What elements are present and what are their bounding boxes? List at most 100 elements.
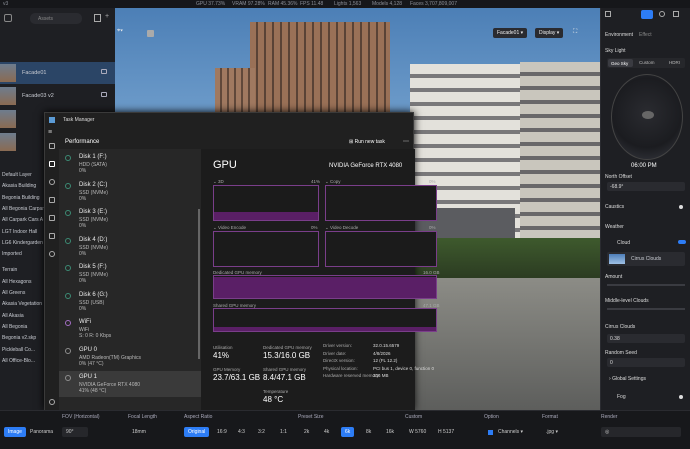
- camera-select[interactable]: Facade01 ▾: [493, 28, 528, 38]
- layer-item[interactable]: Akasia Vegetation: [2, 301, 42, 307]
- users-icon[interactable]: [49, 215, 55, 221]
- asset-search-input[interactable]: Assets: [30, 13, 82, 24]
- sun-position-dial[interactable]: [611, 74, 683, 160]
- device-name: WiFi: [79, 319, 91, 325]
- custom-height-input[interactable]: H 5137: [434, 427, 458, 437]
- detail-value: 4/8/2026: [373, 350, 391, 356]
- grid-icon[interactable]: [4, 14, 12, 22]
- channels-checkbox[interactable]: [488, 430, 493, 435]
- duplicate-icon[interactable]: [94, 14, 101, 22]
- device-item[interactable]: Disk 3 (E:) SSD (NVMe) 0%: [59, 206, 201, 232]
- format-select[interactable]: .jpg ▾: [542, 427, 562, 437]
- camera-mode-icon[interactable]: ⌖▾: [117, 28, 123, 35]
- scene-thumbnail: [0, 110, 16, 128]
- global-settings-toggle[interactable]: › Global Settings: [609, 376, 646, 382]
- history-icon[interactable]: [49, 179, 55, 185]
- north-offset-label: North Offset: [605, 174, 632, 180]
- layer-item[interactable]: LG6 Kindergarden: [2, 240, 43, 246]
- startup-icon[interactable]: [49, 197, 55, 203]
- performance-icon[interactable]: [49, 161, 55, 167]
- more-options-icon[interactable]: ⋯: [403, 138, 409, 145]
- aspect-4-3-button[interactable]: 4:3: [234, 427, 249, 437]
- layer-item[interactable]: All Begonia: [2, 324, 27, 330]
- tab-geo-sky[interactable]: Geo Sky: [608, 59, 633, 67]
- custom-width-input[interactable]: W 5760: [405, 427, 430, 437]
- layer-item[interactable]: Terrain: [2, 267, 17, 273]
- scene-item[interactable]: Facade03 v2: [0, 85, 115, 107]
- layer-item[interactable]: Akasia Building: [2, 183, 36, 189]
- middle-clouds-slider[interactable]: [607, 308, 685, 310]
- amount-slider[interactable]: [607, 284, 685, 286]
- tab-custom[interactable]: Custom: [639, 60, 655, 65]
- device-item[interactable]: Disk 1 (F:) HDD (SATA) 0%: [59, 151, 201, 177]
- layer-item[interactable]: Default Layer: [2, 172, 32, 178]
- random-seed-input[interactable]: 0: [607, 358, 685, 367]
- fog-toggle[interactable]: [679, 395, 683, 399]
- display-select[interactable]: Display ▾: [535, 28, 564, 38]
- camera-tab-icon[interactable]: [641, 10, 653, 19]
- sun-icon[interactable]: [659, 11, 665, 17]
- tab-hdri[interactable]: HDRI: [669, 60, 680, 65]
- camera-icon[interactable]: [101, 69, 107, 74]
- image-mode-button[interactable]: Image: [4, 427, 26, 437]
- device-list-scrollbar[interactable]: [198, 209, 200, 359]
- cloud-toggle[interactable]: [678, 240, 686, 244]
- device-usage: 0%: [79, 278, 87, 284]
- panorama-mode-button[interactable]: Panorama: [26, 427, 57, 437]
- aspect-3-2-button[interactable]: 3:2: [254, 427, 269, 437]
- layer-item[interactable]: Pickleball Co...: [2, 347, 35, 353]
- scene-item[interactable]: Facade01: [0, 62, 115, 84]
- fov-input[interactable]: 90°: [62, 427, 88, 437]
- aspect-16-9-button[interactable]: 16:9: [213, 427, 231, 437]
- layer-item[interactable]: Imported: [2, 251, 22, 257]
- layer-item[interactable]: All Akasia: [2, 313, 24, 319]
- fullscreen-icon[interactable]: ⛶: [573, 29, 577, 36]
- device-item[interactable]: Disk 4 (D:) SSD (NVMe) 0%: [59, 234, 201, 260]
- channels-select[interactable]: Channels ▾: [494, 427, 527, 437]
- camera-icon[interactable]: [101, 92, 107, 97]
- aspect-original-button[interactable]: Original: [184, 427, 210, 437]
- cloud-type-select[interactable]: Cirrus Clouds: [607, 252, 685, 266]
- device-item[interactable]: WiFi WiFi S: 0 R: 0 Kbps: [59, 316, 201, 342]
- layer-item[interactable]: All Carpark Cars A: [2, 217, 43, 223]
- focal-length-input[interactable]: 18mm: [128, 427, 158, 437]
- services-icon[interactable]: [49, 251, 55, 257]
- preset-8k-button[interactable]: 8k: [362, 427, 375, 437]
- device-item[interactable]: Disk 5 (F:) SSD (NVMe) 0%: [59, 261, 201, 287]
- settings-icon[interactable]: [147, 30, 154, 37]
- tab-environment[interactable]: Environment: [605, 32, 633, 38]
- layer-item[interactable]: All Office-Blo...: [2, 358, 35, 364]
- tab-effect[interactable]: Effect: [639, 32, 652, 38]
- aspect-1-1-button[interactable]: 1:1: [276, 427, 291, 437]
- cirrus-input[interactable]: 0.38: [607, 334, 685, 343]
- device-item[interactable]: Disk 2 (C:) SSD (NVMe) 0%: [59, 179, 201, 205]
- preset-16k-button[interactable]: 16k: [382, 427, 398, 437]
- caustics-toggle[interactable]: [679, 205, 683, 209]
- layer-item[interactable]: Begonia v2.skp: [2, 335, 36, 341]
- layer-item[interactable]: All Greens: [2, 290, 25, 296]
- scene-label: Facade03 v2: [22, 93, 54, 99]
- device-item[interactable]: Disk 6 (G:) SSD (USB) 0%: [59, 289, 201, 315]
- layout-icon[interactable]: [605, 11, 611, 17]
- processes-icon[interactable]: [49, 143, 55, 149]
- task-manager-titlebar[interactable]: Task Manager: [45, 113, 413, 127]
- preset-4k-button[interactable]: 4k: [320, 427, 333, 437]
- add-icon[interactable]: +: [105, 13, 109, 20]
- run-new-task-button[interactable]: ⊞ Run new task: [349, 139, 385, 145]
- details-icon[interactable]: [49, 233, 55, 239]
- device-item[interactable]: GPU 0 AMD Radeon(TM) Graphics 0% (47 °C): [59, 344, 201, 370]
- north-offset-input[interactable]: -68.9°: [607, 182, 685, 191]
- task-manager-window[interactable]: Task Manager ≡ Performance ⊞ Run new tas…: [44, 112, 440, 411]
- hamburger-icon[interactable]: ≡: [48, 129, 52, 136]
- effects-icon[interactable]: [673, 11, 679, 17]
- preset-6k-button[interactable]: 6k: [341, 427, 355, 437]
- layer-item[interactable]: All Hexagons: [2, 279, 31, 285]
- device-item[interactable]: GPU 1 NVIDIA GeForce RTX 4080 41% (48 °C): [59, 371, 201, 397]
- lights-stat: Lights 1,563: [334, 1, 362, 7]
- layer-item[interactable]: LGT Indoor Hall: [2, 229, 37, 235]
- preset-2k-button[interactable]: 2k: [300, 427, 313, 437]
- layer-item[interactable]: All Begonia Carpark: [2, 206, 46, 212]
- settings-icon[interactable]: [49, 399, 55, 405]
- layer-item[interactable]: Begonia Building: [2, 195, 40, 201]
- render-button[interactable]: ◎: [601, 427, 681, 437]
